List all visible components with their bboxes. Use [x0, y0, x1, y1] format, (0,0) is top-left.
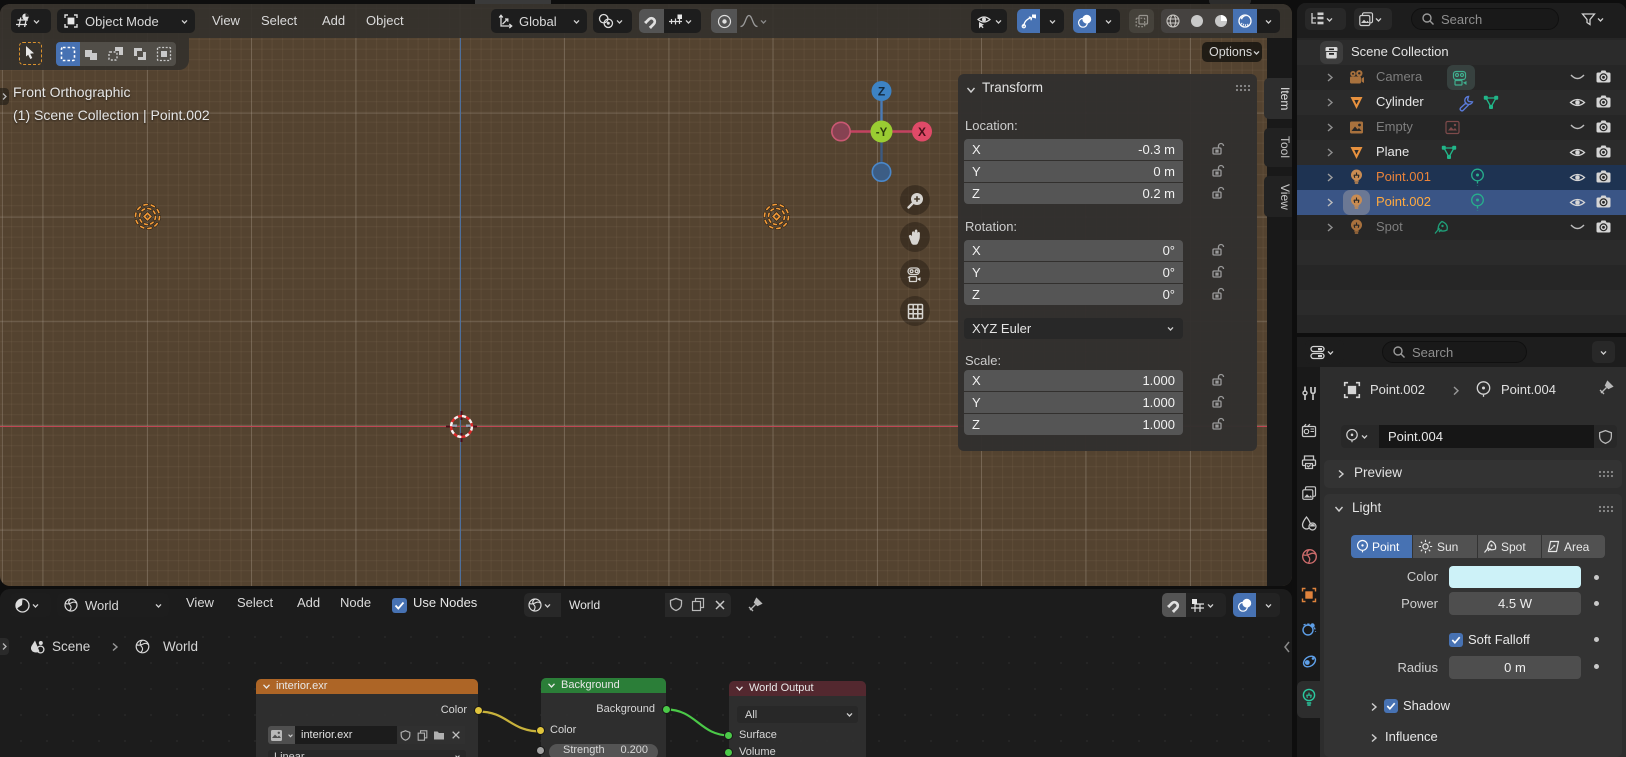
- svg-text:Z: Z: [878, 85, 885, 99]
- svg-text:-Y: -Y: [876, 127, 888, 139]
- svg-text:X: X: [918, 125, 926, 139]
